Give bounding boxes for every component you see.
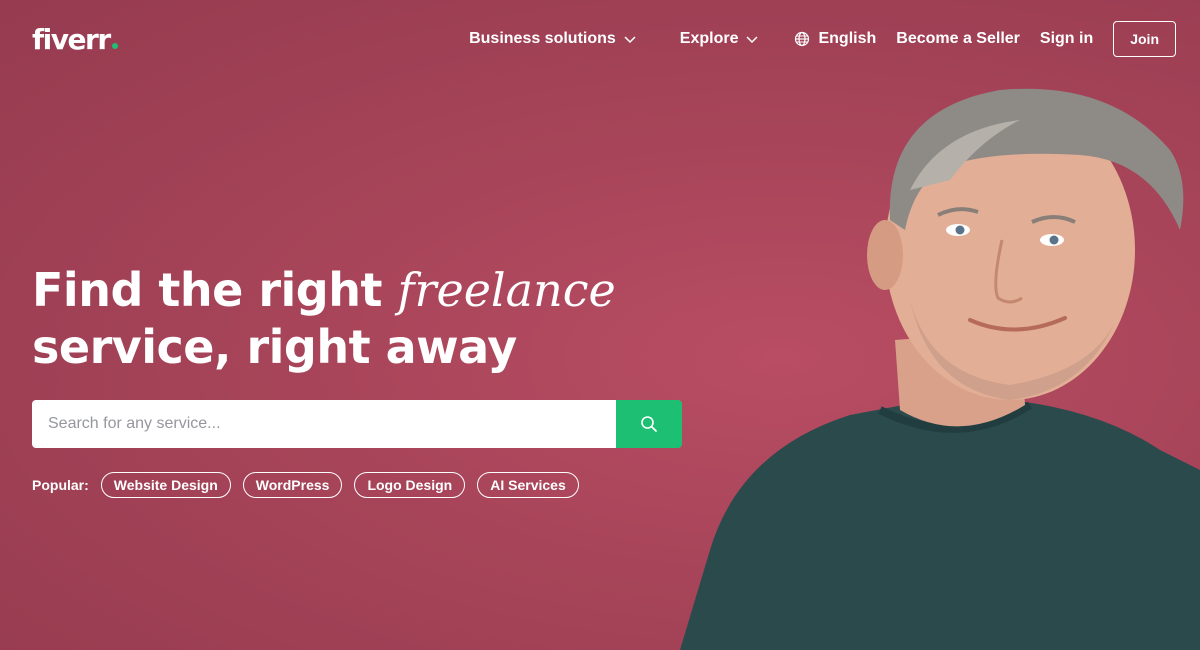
popular-tag-ai-services[interactable]: AI Services (477, 472, 579, 498)
business-solutions-menu[interactable]: Business solutions (469, 30, 636, 48)
popular-tag-wordpress[interactable]: WordPress (242, 472, 343, 498)
language-label: English (818, 30, 877, 47)
headline-part2: service, right away (32, 320, 517, 374)
nav-links: Business solutions Explore English Becom… (469, 21, 1176, 57)
hero-headline: Find the right freelance service, right … (32, 262, 616, 376)
chevron-down-icon (624, 36, 636, 44)
explore-menu[interactable]: Explore (680, 30, 759, 48)
search-icon (641, 416, 657, 432)
sign-in-link[interactable]: Sign in (1040, 30, 1093, 48)
popular-tag-logo-design[interactable]: Logo Design (354, 472, 466, 498)
logo-text: fiverr (32, 22, 111, 56)
headline-italic: freelance (397, 263, 616, 317)
globe-icon (795, 31, 810, 47)
sign-in-label: Sign in (1039, 30, 1094, 47)
chevron-down-icon (746, 36, 759, 44)
explore-label: Explore (679, 30, 739, 47)
join-button[interactable]: Join (1113, 21, 1176, 57)
logo-dot (111, 42, 118, 49)
language-selector[interactable]: English (794, 30, 876, 48)
search-input[interactable] (32, 400, 616, 448)
top-navigation: fiverr Business solutions Explore Englis (0, 0, 1200, 78)
hero-person-image (680, 88, 1200, 650)
business-solutions-label: Business solutions (469, 30, 616, 47)
popular-label: Popular: (32, 477, 89, 493)
search-button[interactable] (616, 400, 682, 448)
hero-section: fiverr Business solutions Explore Englis (0, 0, 1200, 650)
search-bar (32, 400, 682, 448)
fiverr-logo[interactable]: fiverr (32, 23, 118, 56)
popular-tag-website-design[interactable]: Website Design (100, 472, 231, 498)
headline-part1: Find the right (32, 263, 382, 317)
become-seller-link[interactable]: Become a Seller (896, 30, 1020, 48)
become-seller-label: Become a Seller (896, 30, 1020, 47)
popular-tags: Popular: Website Design WordPress Logo D… (32, 472, 591, 498)
